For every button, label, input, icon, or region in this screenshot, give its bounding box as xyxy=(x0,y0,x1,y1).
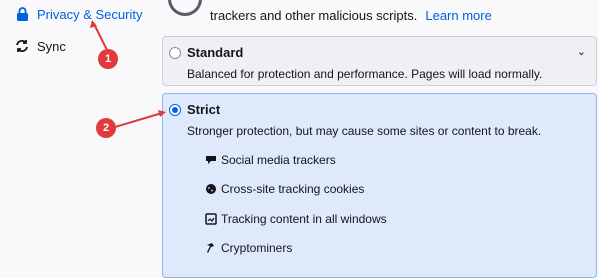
feature-label: Cryptominers xyxy=(221,241,293,255)
tracker-description: trackers and other malicious scripts. Lea… xyxy=(210,8,492,23)
standard-option-card[interactable]: Standard Balanced for protection and per… xyxy=(162,36,597,86)
strict-radio[interactable] xyxy=(169,104,181,116)
social-tracker-icon xyxy=(205,154,217,166)
strict-title: Strict xyxy=(187,102,221,117)
main-content: trackers and other malicious scripts. Lea… xyxy=(0,0,599,278)
feature-social-media-trackers: Social media trackers xyxy=(205,153,336,167)
feature-label: Tracking content in all windows xyxy=(221,212,387,226)
standard-title: Standard xyxy=(187,45,244,60)
tracker-text: trackers and other malicious scripts. xyxy=(210,8,418,23)
strict-description: Stronger protection, but may cause some … xyxy=(187,124,542,138)
standard-radio[interactable] xyxy=(169,47,181,59)
cryptominer-icon xyxy=(205,242,217,254)
strict-option-card[interactable]: Strict Stronger protection, but may caus… xyxy=(162,93,597,278)
tracking-content-icon xyxy=(205,213,217,225)
standard-description: Balanced for protection and performance.… xyxy=(187,67,543,81)
feature-cryptominers: Cryptominers xyxy=(205,241,292,255)
feature-tracking-content: Tracking content in all windows xyxy=(205,212,387,226)
chevron-down-icon[interactable]: ⌄ xyxy=(577,45,586,58)
annotation-badge-1: 1 xyxy=(98,49,118,69)
feature-label: Social media trackers xyxy=(221,153,336,167)
learn-more-link[interactable]: Learn more xyxy=(425,8,491,23)
cookie-icon xyxy=(205,183,217,195)
shield-icon xyxy=(168,0,202,16)
annotation-badge-2: 2 xyxy=(96,118,116,138)
feature-cross-site-cookies: Cross-site tracking cookies xyxy=(205,182,364,196)
feature-label: Cross-site tracking cookies xyxy=(221,182,365,196)
